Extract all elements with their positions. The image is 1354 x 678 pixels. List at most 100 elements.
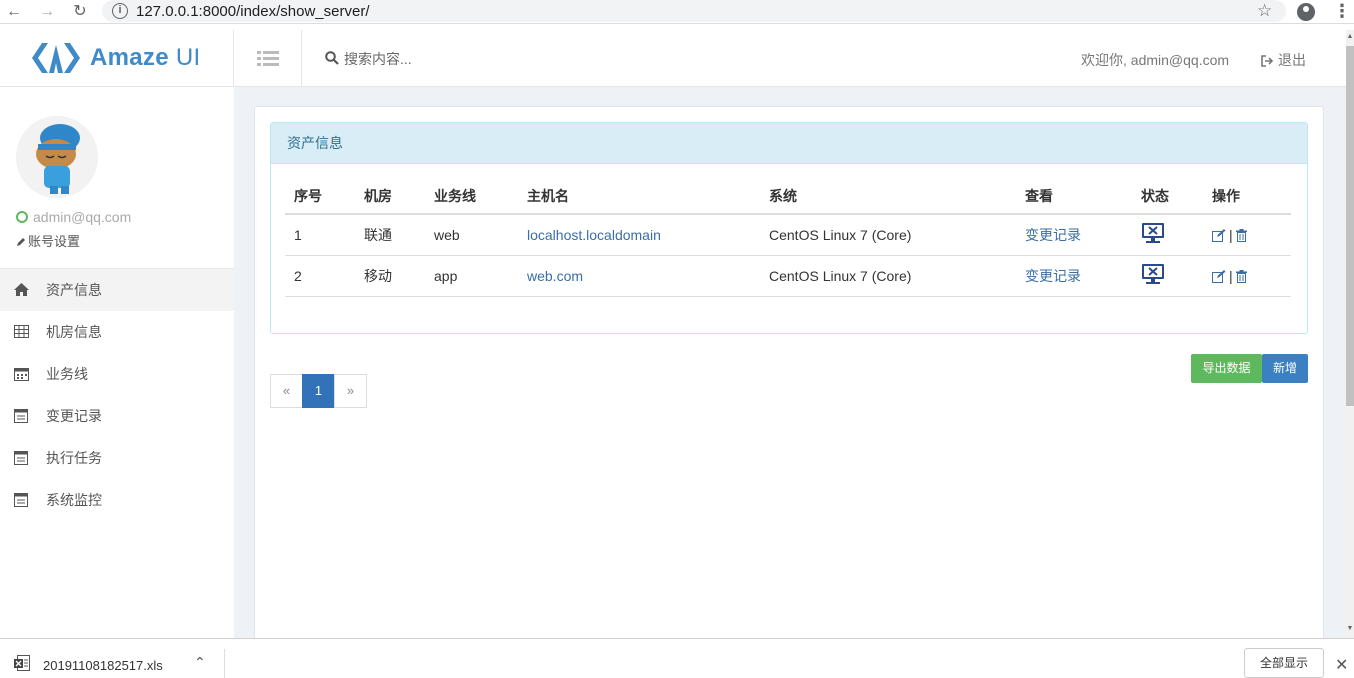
sidebar-item-label: 执行任务 — [46, 450, 102, 466]
server-offline-icon[interactable] — [1141, 263, 1165, 285]
sidebar-item-assets[interactable]: 资产信息 — [0, 269, 234, 311]
side-menu: 资产信息 机房信息 业务线 变更记录 执行任务 系统监控 — [0, 268, 234, 521]
excel-file-icon — [14, 655, 30, 671]
list-icon — [257, 51, 279, 66]
table-row: 2 移动 app web.com CentOS Linux 7 (Core) 变… — [285, 255, 1291, 297]
sidebar-item-label: 机房信息 — [46, 324, 102, 340]
reload-icon[interactable]: ↻ — [70, 2, 90, 22]
sidebar-item-business-lines[interactable]: 业务线 — [0, 353, 234, 395]
brand-name: Amaze UI — [90, 44, 201, 71]
trash-icon[interactable] — [1235, 269, 1247, 283]
ops-separator: | — [1229, 267, 1233, 284]
pencil-icon — [17, 238, 25, 246]
change-log-link[interactable]: 变更记录 — [1025, 268, 1081, 284]
table-header-row: 序号 机房 业务线 主机名 系统 查看 状态 操作 — [285, 178, 1291, 215]
divider — [224, 649, 225, 678]
sidebar-item-change-log[interactable]: 变更记录 — [0, 395, 234, 437]
calendar-icon — [14, 368, 29, 381]
export-data-button[interactable]: 导出数据 — [1191, 354, 1262, 383]
edit-icon[interactable] — [1212, 228, 1226, 242]
hostname-link[interactable]: localhost.localdomain — [527, 227, 661, 243]
logout-link[interactable]: 退出 — [1261, 50, 1306, 70]
download-file-name[interactable]: 20191108182517.xls — [43, 658, 163, 673]
trash-icon[interactable] — [1235, 228, 1247, 242]
pagination: « 1 » — [270, 374, 367, 408]
account-settings-link[interactable]: 账号设置 — [16, 231, 80, 250]
pager-next[interactable]: » — [334, 374, 367, 408]
list-alt-icon — [14, 493, 28, 507]
show-all-downloads-button[interactable]: 全部显示 — [1244, 648, 1324, 678]
column-header: 操作 — [1203, 178, 1291, 215]
user-avatar-image — [16, 116, 98, 198]
scroll-down-icon[interactable]: ▼ — [1346, 624, 1354, 634]
home-icon — [14, 283, 29, 296]
column-header: 主机名 — [518, 178, 760, 215]
search-input[interactable] — [344, 48, 644, 70]
address-url[interactable]: 127.0.0.1:8000/index/show_server/ — [136, 3, 370, 20]
sidebar: admin@qq.com 账号设置 资产信息 机房信息 业务线 变更记录 执行任… — [0, 87, 234, 638]
menu-toggle-button[interactable] — [234, 30, 302, 87]
cell-business-line: app — [425, 255, 518, 297]
user-status: admin@qq.com — [16, 209, 131, 225]
back-icon[interactable]: ← — [4, 2, 24, 22]
list-alt-icon — [14, 451, 28, 465]
account-icon[interactable] — [1297, 3, 1315, 21]
pager-prev[interactable]: « — [270, 374, 303, 408]
scrollbar-thumb[interactable] — [1346, 46, 1354, 406]
amaze-logo-icon — [32, 43, 80, 73]
pager-current-page[interactable]: 1 — [302, 374, 335, 408]
online-status-icon — [16, 211, 28, 223]
sidebar-item-tasks[interactable]: 执行任务 — [0, 437, 234, 479]
column-header: 查看 — [1016, 178, 1132, 215]
app-header: Amaze UI 欢迎你, admin@qq.com 退出 — [0, 30, 1346, 87]
cell-id: 2 — [285, 255, 355, 297]
browser-toolbar: ← → ↻ i 127.0.0.1:8000/index/show_server… — [0, 0, 1354, 24]
server-offline-icon[interactable] — [1141, 222, 1165, 244]
assets-table: 序号 机房 业务线 主机名 系统 查看 状态 操作 1 联通 web local… — [285, 178, 1291, 297]
address-bar[interactable]: i 127.0.0.1:8000/index/show_server/ — [102, 0, 1286, 22]
scroll-up-icon[interactable]: ▲ — [1346, 32, 1354, 42]
column-header: 业务线 — [425, 178, 518, 215]
browser-menu-icon[interactable]: ⋮ — [1333, 1, 1351, 22]
brand[interactable]: Amaze UI — [0, 30, 234, 87]
sidebar-item-label: 资产信息 — [46, 282, 102, 298]
column-header: 状态 — [1132, 178, 1203, 215]
table-row: 1 联通 web localhost.localdomain CentOS Li… — [285, 214, 1291, 256]
chevron-up-icon[interactable]: ⌃ — [194, 654, 206, 671]
forward-icon[interactable]: → — [37, 2, 57, 22]
content-card: 资产信息 序号 机房 业务线 主机名 系统 查看 状态 操作 1 联通 web … — [254, 106, 1324, 646]
sidebar-item-rooms[interactable]: 机房信息 — [0, 311, 234, 353]
logout-label: 退出 — [1278, 52, 1306, 68]
info-icon[interactable]: i — [112, 3, 128, 19]
sidebar-item-monitoring[interactable]: 系统监控 — [0, 479, 234, 521]
cell-business-line: web — [425, 214, 518, 256]
page-scrollbar[interactable]: ▲ ▼ — [1346, 30, 1354, 638]
sidebar-item-label: 系统监控 — [46, 492, 102, 508]
edit-icon[interactable] — [1212, 269, 1226, 283]
list-alt-icon — [14, 409, 28, 423]
hostname-link[interactable]: web.com — [527, 268, 583, 284]
change-log-link[interactable]: 变更记录 — [1025, 227, 1081, 243]
welcome-text: 欢迎你, admin@qq.com — [1081, 52, 1230, 68]
cell-os: CentOS Linux 7 (Core) — [760, 255, 1016, 297]
cell-id: 1 — [285, 214, 355, 256]
search-icon — [325, 51, 339, 65]
download-bar: 20191108182517.xls ⌃ 全部显示 ✕ — [0, 638, 1354, 678]
column-header: 序号 — [285, 178, 355, 215]
close-icon[interactable]: ✕ — [1335, 655, 1348, 675]
cell-os: CentOS Linux 7 (Core) — [760, 214, 1016, 256]
cell-room: 移动 — [355, 255, 425, 297]
sidebar-item-label: 变更记录 — [46, 408, 102, 424]
user-email: admin@qq.com — [33, 209, 132, 225]
avatar — [16, 116, 98, 198]
column-header: 系统 — [760, 178, 1016, 215]
add-button[interactable]: 新增 — [1262, 354, 1308, 383]
table-icon — [14, 325, 29, 338]
ops-separator: | — [1229, 226, 1233, 243]
sidebar-item-label: 业务线 — [46, 366, 88, 382]
sign-out-icon — [1261, 55, 1274, 67]
column-header: 机房 — [355, 178, 425, 215]
bookmark-star-icon[interactable]: ☆ — [1257, 1, 1272, 21]
main-content: 资产信息 序号 机房 业务线 主机名 系统 查看 状态 操作 1 联通 web … — [234, 87, 1346, 646]
panel-title: 资产信息 — [271, 123, 1307, 164]
